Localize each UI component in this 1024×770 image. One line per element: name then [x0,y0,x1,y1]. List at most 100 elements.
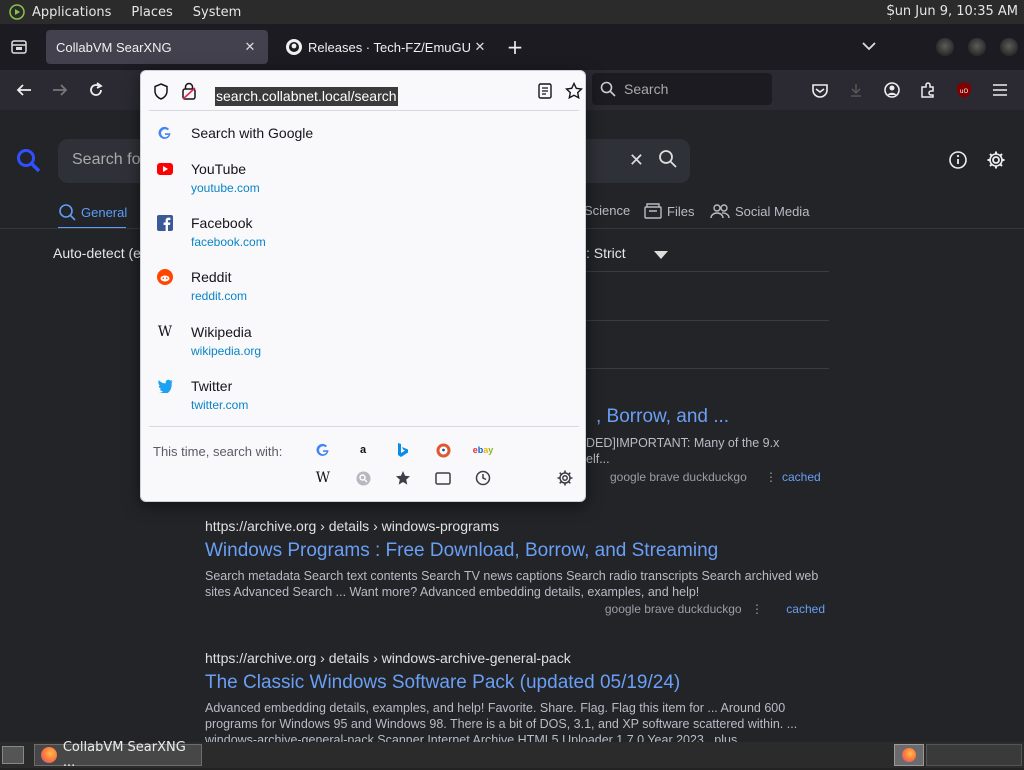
category-files[interactable]: Files [644,203,694,219]
clear-search-icon[interactable]: ✕ [629,150,644,171]
show-desktop-button[interactable] [2,746,24,764]
reload-button[interactable] [84,78,108,102]
places-menu[interactable]: Places [131,5,172,20]
tab-strip: CollabVM SearXNG ✕ Releases · Tech-FZ/Em… [0,24,1024,70]
hamburger-menu-icon [993,84,1007,96]
taskbar-window-button[interactable]: CollabVM SearXNG ... [34,740,202,770]
downloads-button[interactable] [844,78,868,102]
category-science[interactable]: Science [584,203,630,218]
urlbar[interactable]: search.collabnet.local/search [149,77,584,106]
back-button[interactable] [12,78,36,102]
urlbar-separator [149,110,579,111]
youtube-icon [157,161,173,177]
searxng-logo-icon[interactable] [16,148,42,179]
toolbar-search-field[interactable]: Search [592,73,772,105]
account-icon [884,82,900,98]
bookmark-star-icon[interactable] [564,81,584,105]
duckduckgo-icon[interactable] [432,439,454,461]
system-menu[interactable]: System [193,5,241,20]
puzzle-icon [921,82,934,98]
bing-icon[interactable] [392,439,414,461]
forward-arrow-icon [53,84,68,96]
bottom-taskbar: CollabVM SearXNG ... [0,740,1024,770]
github-icon [286,39,302,55]
searxng-search-input[interactable]: Search fo [72,151,140,169]
google-icon [157,125,173,141]
extensions-button[interactable] [916,78,940,102]
close-window-button[interactable] [1000,38,1018,56]
search-icon [59,204,76,221]
plus-icon: + [506,35,524,59]
taskbar-window-label: CollabVM SearXNG ... [62,740,186,770]
tracking-protection-shield-icon[interactable] [153,83,169,105]
category-social-media[interactable]: Social Media [710,203,809,219]
close-icon[interactable]: ✕ [472,39,488,55]
search-submit-icon[interactable] [658,149,678,174]
chevron-down-icon [862,42,876,51]
pocket-icon [812,84,828,98]
language-select[interactable]: Auto-detect (er [53,245,146,261]
applications-icon[interactable] [8,3,26,21]
workspace-1[interactable] [894,744,924,766]
search-placeholder: Search [624,81,669,97]
facebook-icon [157,215,173,231]
more-options-icon[interactable]: ⋮ [765,470,777,484]
result-engines: google brave duckduckgo [610,470,747,484]
search-settings-gear-icon[interactable] [554,467,576,489]
info-icon[interactable] [948,150,968,175]
sidebar-divider [586,368,829,369]
new-tab-button[interactable]: + [498,30,532,64]
reader-view-icon[interactable] [537,83,553,104]
workspace-2[interactable] [926,744,1022,766]
google-icon[interactable] [312,439,334,461]
search-engine-icon[interactable] [352,467,374,489]
preferences-gear-icon[interactable] [986,150,1006,175]
result-title[interactable]: , Borrow, and ... [596,406,729,428]
clock[interactable]: Sun Jun 9, 10:35 AM [886,4,1018,19]
bookmarks-icon[interactable] [392,467,414,489]
firefox-icon [41,747,57,763]
close-icon[interactable]: ✕ [242,39,258,55]
pocket-button[interactable] [808,78,832,102]
svg-text:uO: uO [960,88,969,95]
result-title[interactable]: The Classic Windows Software Pack (updat… [205,672,825,694]
insecure-lock-icon[interactable] [181,82,197,105]
amazon-icon[interactable]: a [352,439,374,461]
tabs-icon[interactable] [432,467,454,489]
safesearch-select[interactable]: : Strict [586,245,626,261]
maximize-button[interactable] [968,38,986,56]
account-button[interactable] [880,78,904,102]
files-icon [644,203,662,219]
tab-collabvm-searxng[interactable]: CollabVM SearXNG ✕ [46,30,268,64]
history-icon[interactable] [472,467,494,489]
reload-icon [90,82,103,96]
url-text-selected[interactable]: search.collabnet.local/search [215,87,398,106]
cached-link[interactable]: cached [786,602,825,616]
ebay-icon[interactable]: ebay [472,439,494,461]
firefox-view-button[interactable] [0,24,38,70]
twitter-icon [157,378,173,394]
search-result: https://archive.org › details › windows-… [205,518,825,616]
ublock-button[interactable]: uO [952,78,976,102]
wikipedia-icon: W [157,324,173,340]
result-url[interactable]: https://archive.org › details › windows-… [205,650,825,666]
forward-button[interactable] [48,78,72,102]
cached-link[interactable]: cached [782,470,821,484]
category-general[interactable]: General [58,203,127,221]
back-arrow-icon [16,84,31,96]
one-off-separator [149,426,579,427]
list-all-tabs-button[interactable] [862,36,876,55]
wikipedia-icon[interactable]: W [312,467,334,489]
minimize-button[interactable] [936,38,954,56]
result-title[interactable]: Windows Programs : Free Download, Borrow… [205,540,825,562]
applications-menu[interactable]: Applications [32,5,111,20]
firefox-icon [902,748,916,762]
menu-button[interactable] [988,78,1012,102]
tab-title: CollabVM SearXNG [56,39,172,55]
reddit-icon [157,269,173,285]
result-url[interactable]: https://archive.org › details › windows-… [205,518,825,534]
caret-down-icon[interactable] [654,251,668,259]
tab-releases-emugui[interactable]: Releases · Tech-FZ/EmuGUI ✕ [276,30,498,64]
firefox-view-icon [11,40,27,54]
more-options-icon[interactable]: ⋮ [751,602,763,616]
